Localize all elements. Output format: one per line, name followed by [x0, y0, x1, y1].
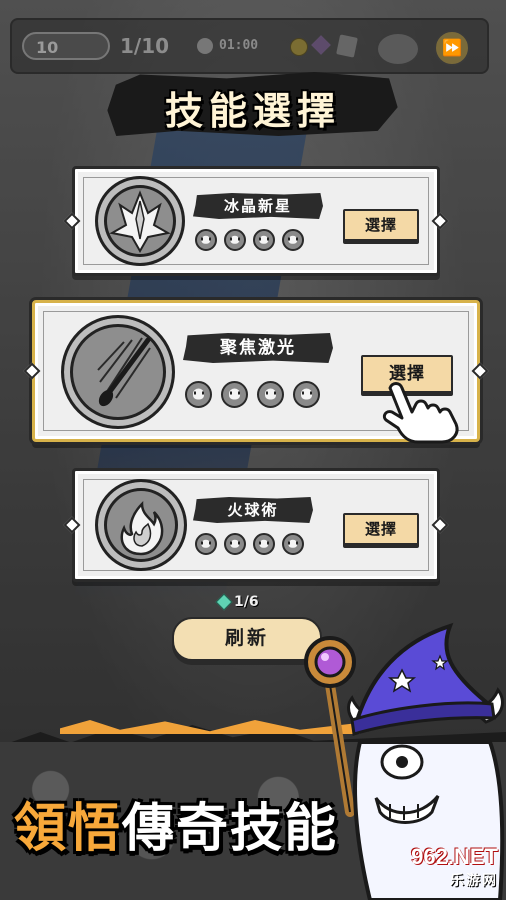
- promo-slogan-part1: 領悟: [14, 799, 123, 859]
- fast-forward-icon: ⏩: [442, 38, 462, 57]
- watermark-subtitle: 乐游网: [450, 873, 498, 889]
- skull-icon: [221, 381, 248, 408]
- skull-icon: [253, 229, 275, 251]
- coin-icon: [290, 38, 308, 56]
- timer: 01:00: [219, 38, 259, 53]
- skull-icon: [257, 381, 284, 408]
- promo-slogan-part2: 傳奇: [122, 799, 231, 859]
- skull-icon: [282, 229, 304, 251]
- top-hud: 10 1/10 01:00 ⏩: [10, 18, 489, 74]
- skill-level-slots: [195, 229, 304, 251]
- skull-icon: [185, 381, 212, 408]
- skill-name: 冰晶新星: [193, 193, 323, 219]
- skill-level-slots: [185, 381, 320, 408]
- fireball-icon: [95, 479, 187, 571]
- book-icon[interactable]: [376, 32, 420, 66]
- refresh-count-text: 1/6: [234, 594, 259, 610]
- refresh-counter: 1/6: [215, 593, 259, 611]
- watermark: 962.NET 乐游网: [411, 844, 498, 890]
- wave-counter: 1/10: [120, 34, 170, 58]
- skull-icon: [224, 229, 246, 251]
- watermark-logo: 962.NET: [411, 844, 498, 869]
- pointer-hand-icon: [382, 382, 459, 444]
- level-indicator: 10: [22, 32, 110, 60]
- ice-crystal-icon: [95, 176, 185, 266]
- skull-icon: [195, 533, 217, 555]
- select-button[interactable]: 選擇: [343, 209, 419, 241]
- gem-icon: [215, 593, 233, 611]
- skull-icon: [224, 533, 246, 555]
- skull-icon: [282, 533, 304, 555]
- skull-icon: [253, 533, 275, 555]
- gem-icon: [311, 35, 331, 55]
- card-icon: [336, 34, 358, 58]
- laser-beam-icon: [61, 315, 175, 429]
- clock-icon: [197, 38, 213, 54]
- skill-name: 聚焦激光: [183, 333, 333, 363]
- page-title: 技能選擇: [164, 89, 341, 133]
- fast-forward-button[interactable]: ⏩: [434, 30, 470, 66]
- skill-card-fire[interactable]: 火球術 選擇: [72, 468, 440, 582]
- skill-name: 火球術: [193, 497, 313, 523]
- select-button[interactable]: 選擇: [343, 513, 419, 545]
- skill-level-slots: [195, 533, 304, 555]
- skill-card-ice[interactable]: 冰晶新星 選擇: [72, 166, 440, 276]
- skull-icon: [293, 381, 320, 408]
- skull-icon: [195, 229, 217, 251]
